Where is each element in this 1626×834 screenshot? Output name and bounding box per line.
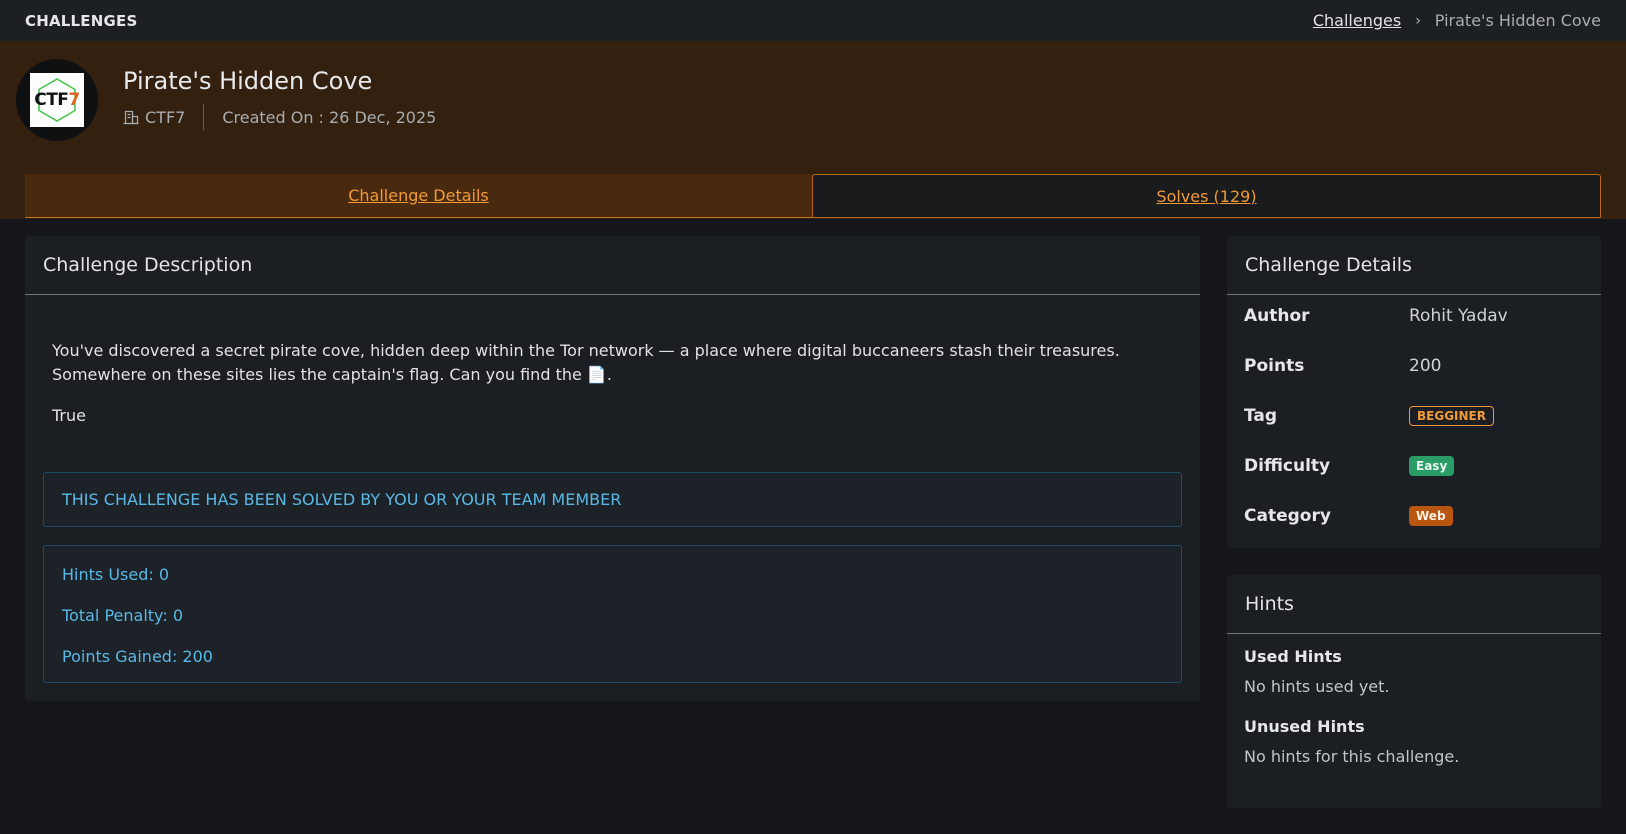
author-value: Rohit Yadav xyxy=(1409,306,1508,326)
description-header: Challenge Description xyxy=(25,236,1200,295)
details-header: Challenge Details xyxy=(1227,236,1601,295)
points-label: Points xyxy=(1244,356,1305,376)
difficulty-badge: Easy xyxy=(1409,456,1455,476)
breadcrumb-current: Pirate's Hidden Cove xyxy=(1434,11,1601,30)
description-text: You've discovered a secret pirate cove, … xyxy=(52,341,1120,384)
unused-hints-label: Unused Hints xyxy=(1244,717,1365,736)
difficulty-label: Difficulty xyxy=(1244,456,1331,476)
org-logo: CTF7 xyxy=(16,59,98,141)
page-label: CHALLENGES xyxy=(25,11,138,30)
used-hints-value: No hints used yet. xyxy=(1244,677,1390,696)
challenge-meta: CTF7 Created On : 26 Dec, 2025 xyxy=(123,104,436,130)
chevron-right-icon: › xyxy=(1415,12,1421,29)
tab-solves[interactable]: Solves (129) xyxy=(812,174,1601,218)
detail-difficulty: Difficulty Easy xyxy=(1244,456,1584,476)
breadcrumb: Challenges › Pirate's Hidden Cove xyxy=(1313,11,1601,30)
unused-hints-value: No hints for this challenge. xyxy=(1244,747,1460,766)
hints-card: Hints Used Hints No hints used yet. Unus… xyxy=(1227,575,1601,808)
org-name: CTF7 xyxy=(145,107,186,127)
detail-tag: Tag BEGGINER xyxy=(1244,406,1584,426)
tag-label: Tag xyxy=(1244,406,1278,426)
logo-text: CTF7 xyxy=(34,90,80,110)
category-label: Category xyxy=(1244,506,1331,526)
used-hints-label: Used Hints xyxy=(1244,647,1342,666)
points-value: 200 xyxy=(1409,356,1442,376)
description-extra: True xyxy=(52,406,86,425)
total-penalty-stat: Total Penalty: 0 xyxy=(62,606,183,625)
detail-author: Author Rohit Yadav xyxy=(1244,306,1584,326)
meta-divider xyxy=(203,104,205,130)
tag-badge: BEGGINER xyxy=(1409,406,1494,426)
challenge-tabs: Challenge Details Solves (129) xyxy=(25,174,1601,218)
detail-category: Category Web xyxy=(1244,506,1584,526)
challenge-title: Pirate's Hidden Cove xyxy=(123,67,373,95)
org-info: CTF7 xyxy=(123,108,185,127)
building-icon xyxy=(123,110,139,125)
tab-challenge-details[interactable]: Challenge Details xyxy=(25,174,812,218)
challenge-description-card: Challenge Description You've discovered … xyxy=(25,236,1200,701)
challenge-details-card: Challenge Details Author Rohit Yadav Poi… xyxy=(1227,236,1601,548)
category-badge: Web xyxy=(1409,506,1453,526)
breadcrumb-challenges-link[interactable]: Challenges xyxy=(1313,11,1401,30)
points-gained-stat: Points Gained: 200 xyxy=(62,647,213,666)
solved-notice: THIS CHALLENGE HAS BEEN SOLVED BY YOU OR… xyxy=(43,472,1182,527)
top-bar: CHALLENGES Challenges › Pirate's Hidden … xyxy=(0,0,1626,41)
author-label: Author xyxy=(1244,306,1310,326)
detail-points: Points 200 xyxy=(1244,356,1584,376)
created-date: Created On : 26 Dec, 2025 xyxy=(222,107,437,127)
solve-stats: Hints Used: 0 Total Penalty: 0 Points Ga… xyxy=(43,545,1182,683)
hints-header: Hints xyxy=(1227,575,1601,634)
hints-used-stat: Hints Used: 0 xyxy=(62,565,170,584)
ctf7-logo-icon: CTF7 xyxy=(30,73,84,127)
